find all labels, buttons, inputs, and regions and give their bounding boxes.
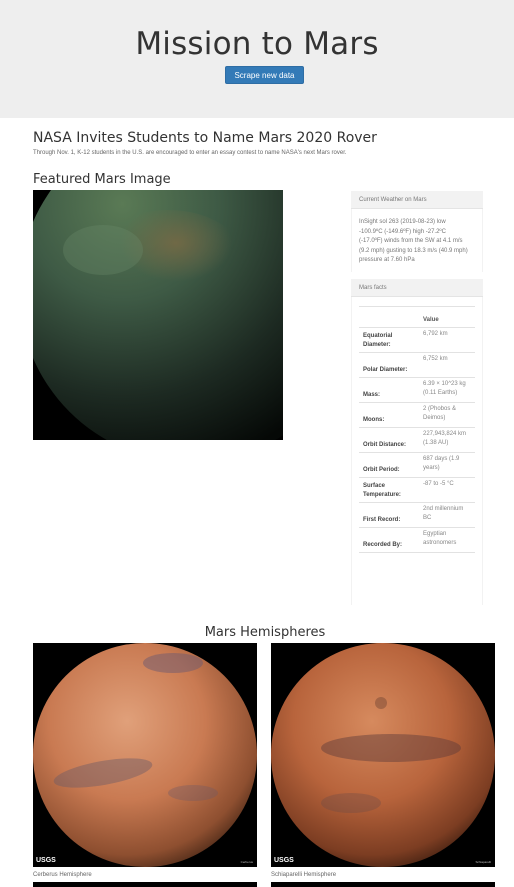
weather-heading: Current Weather on Mars <box>351 191 483 209</box>
fact-label: Polar Diameter: <box>359 352 419 378</box>
featured-mars-image <box>33 190 283 440</box>
image-label: Cerberus <box>240 860 253 864</box>
fact-label: First Record: <box>359 502 419 528</box>
facts-heading: Mars facts <box>351 279 483 297</box>
schiaparelli-hemisphere-image[interactable]: USGS Schiaparelli <box>271 643 495 867</box>
fact-value: 2nd millennium BC <box>419 502 475 528</box>
fact-value: 6,792 km <box>419 327 475 353</box>
hemisphere-image-partial <box>33 882 257 887</box>
fact-value: 6.39 × 10^23 kg (0.11 Earths) <box>419 377 475 403</box>
fact-value: -87 to -5 °C <box>419 477 475 503</box>
schiaparelli-caption[interactable]: Schiaparelli Hemisphere <box>271 872 336 878</box>
jumbotron-header: Mission to Mars Scrape new data <box>0 0 514 118</box>
fact-label: Orbit Period: <box>359 452 419 478</box>
table-row: First Record: 2nd millennium BC <box>359 502 475 528</box>
fact-value: Egyptian astronomers <box>419 527 475 553</box>
featured-image-title: Featured Mars Image <box>33 172 171 187</box>
news-paragraph: Through Nov. 1, K-12 students in the U.S… <box>33 150 347 156</box>
table-row: Moons: 2 (Phobos & Deimos) <box>359 402 475 428</box>
table-row: Mass: 6.39 × 10^23 kg (0.11 Earths) <box>359 377 475 403</box>
fact-value: 687 days (1.9 years) <box>419 452 475 478</box>
table-row: Recorded By: Egyptian astronomers <box>359 527 475 553</box>
cerberus-hemisphere-image[interactable]: USGS Cerberus <box>33 643 257 867</box>
cerberus-caption[interactable]: Cerberus Hemisphere <box>33 872 92 878</box>
fact-value: 227,943,824 km (1.38 AU) <box>419 427 475 453</box>
image-label: Schiaparelli <box>475 860 491 864</box>
table-row: Surface Temperature: -87 to -5 °C <box>359 477 475 503</box>
fact-label: Recorded By: <box>359 527 419 553</box>
fact-value: 6,752 km <box>419 352 475 378</box>
fact-label: Mass: <box>359 377 419 403</box>
scrape-new-data-button[interactable]: Scrape new data <box>225 66 304 84</box>
facts-header-row: Value <box>359 306 475 328</box>
mars-facts-table: Value Equatorial Diameter: 6,792 km Pola… <box>359 306 475 553</box>
fact-value: 2 (Phobos & Deimos) <box>419 402 475 428</box>
usgs-logo: USGS <box>36 857 56 864</box>
hemisphere-image-partial <box>271 882 495 887</box>
usgs-logo: USGS <box>274 857 294 864</box>
facts-value-header: Value <box>419 306 475 328</box>
news-title: NASA Invites Students to Name Mars 2020 … <box>33 130 377 146</box>
page-title: Mission to Mars <box>135 26 379 62</box>
fact-label: Equatorial Diameter: <box>359 327 419 353</box>
fact-label: Orbit Distance: <box>359 427 419 453</box>
fact-label: Surface Temperature: <box>359 477 419 503</box>
weather-text: InSight sol 263 (2019-08-23) low -100.9º… <box>359 219 468 264</box>
facts-label-header <box>359 306 419 328</box>
fact-label: Moons: <box>359 402 419 428</box>
hemispheres-title: Mars Hemispheres <box>204 625 326 640</box>
table-row: Orbit Distance: 227,943,824 km (1.38 AU) <box>359 427 475 453</box>
table-row: Equatorial Diameter: 6,792 km <box>359 327 475 353</box>
table-row: Orbit Period: 687 days (1.9 years) <box>359 452 475 478</box>
table-row: Polar Diameter: 6,752 km <box>359 352 475 378</box>
